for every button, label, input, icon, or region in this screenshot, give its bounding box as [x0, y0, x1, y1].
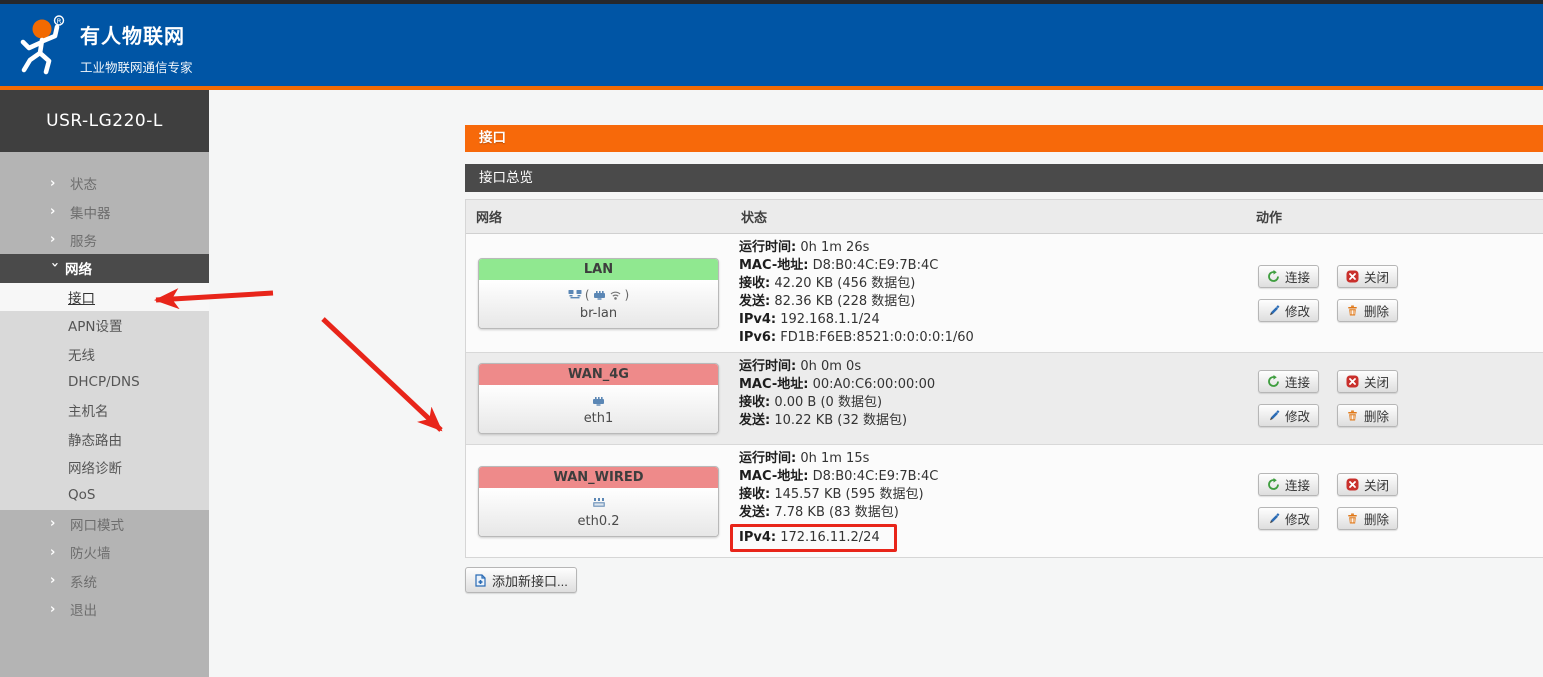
- interface-card-wanwired[interactable]: WAN_WIRED eth0.2: [478, 466, 719, 537]
- refresh-icon: [1267, 270, 1280, 283]
- add-interface-button[interactable]: 添加新接口...: [465, 567, 577, 593]
- sidebar: USR-LG220-L › 状态 › 集中器 › 服务 › 网络 接口 APN设…: [0, 90, 209, 677]
- trash-icon: [1346, 409, 1359, 422]
- delete-button[interactable]: 删除: [1337, 404, 1398, 427]
- brand-tagline: 工业物联网通信专家: [80, 57, 193, 76]
- close-circle-icon: [1346, 478, 1359, 491]
- column-header-status: 状态: [731, 200, 1246, 234]
- chevron-right-icon: ›: [50, 546, 66, 559]
- main-content: 接口 接口总览 网络 状态 动作 LAN (: [465, 90, 1543, 593]
- usr-iot-logo-icon: R: [13, 14, 71, 76]
- annotation-highlight-box: IPv4: 172.16.11.2/24: [730, 524, 897, 552]
- interface-device: eth0.2: [483, 514, 714, 529]
- sidebar-item-qos[interactable]: QoS: [0, 481, 209, 509]
- device-name: USR-LG220-L: [0, 90, 209, 152]
- svg-text:R: R: [57, 17, 62, 25]
- close-circle-icon: [1346, 270, 1359, 283]
- shutdown-button[interactable]: 关闭: [1337, 473, 1398, 496]
- sidebar-item-status[interactable]: › 状态: [0, 169, 209, 197]
- shutdown-button[interactable]: 关闭: [1337, 370, 1398, 393]
- sidebar-item-concentrator[interactable]: › 集中器: [0, 197, 209, 225]
- sidebar-item-firewall[interactable]: › 防火墙: [0, 538, 209, 566]
- delete-button[interactable]: 删除: [1337, 299, 1398, 322]
- close-circle-icon: [1346, 375, 1359, 388]
- bridge-icon: [568, 289, 582, 301]
- ethernet-icon: [593, 289, 606, 301]
- delete-button[interactable]: 删除: [1337, 507, 1398, 530]
- wifi-icon: [609, 289, 622, 301]
- table-row-wan4g-network-cell: WAN_4G eth1: [466, 353, 731, 445]
- paren-close: ): [625, 288, 630, 302]
- trash-icon: [1346, 304, 1359, 317]
- edit-button[interactable]: 修改: [1258, 507, 1319, 530]
- sidebar-item-port-mode[interactable]: › 网口模式: [0, 510, 209, 538]
- shutdown-button[interactable]: 关闭: [1337, 265, 1398, 288]
- table-row-lan-actions-cell: 连接 关闭 修改 删除: [1246, 234, 1543, 353]
- interface-badge: WAN_WIRED: [479, 467, 718, 488]
- sidebar-item-interfaces[interactable]: 接口: [0, 283, 209, 311]
- sidebar-item-diagnostics[interactable]: 网络诊断: [0, 453, 209, 481]
- chevron-right-icon: ›: [50, 517, 66, 530]
- sidebar-network-submenu: 接口 APN设置 无线 DHCP/DNS 主机名 静态路由 网络诊断 QoS: [0, 283, 209, 510]
- chevron-right-icon: ›: [50, 233, 66, 246]
- sidebar-item-apn[interactable]: APN设置: [0, 311, 209, 339]
- interfaces-table: 网络 状态 动作 LAN (: [465, 199, 1543, 558]
- sidebar-item-system[interactable]: › 系统: [0, 566, 209, 594]
- connect-button[interactable]: 连接: [1258, 265, 1319, 288]
- app-header: R 有人物联网 工业物联网通信专家: [0, 4, 1543, 86]
- sidebar-item-logout[interactable]: › 退出: [0, 595, 209, 623]
- interface-card-wan4g[interactable]: WAN_4G eth1: [478, 363, 719, 434]
- trash-icon: [1346, 512, 1359, 525]
- chevron-right-icon: ›: [50, 205, 66, 218]
- sidebar-item-hostname[interactable]: 主机名: [0, 396, 209, 424]
- pencil-icon: [1267, 409, 1280, 422]
- interface-card-lan[interactable]: LAN ( ) br-l: [478, 258, 719, 329]
- interface-badge: WAN_4G: [479, 364, 718, 385]
- paren-open: (: [585, 288, 590, 302]
- chevron-right-icon: ›: [50, 574, 66, 587]
- table-row-wan4g-status-cell: 运行时间: 0h 0m 0s MAC-地址: 00:A0:C6:00:00:00…: [731, 353, 1246, 445]
- edit-button[interactable]: 修改: [1258, 404, 1319, 427]
- sidebar-item-static-routes[interactable]: 静态路由: [0, 425, 209, 453]
- chevron-right-icon: ›: [50, 177, 66, 190]
- sidebar-item-network[interactable]: › 网络: [0, 254, 209, 282]
- connect-button[interactable]: 连接: [1258, 473, 1319, 496]
- sidebar-top-section: › 状态 › 集中器 › 服务 › 网络: [0, 152, 209, 283]
- brand-title: 有人物联网: [80, 20, 193, 49]
- pencil-icon: [1267, 304, 1280, 317]
- section-title: 接口总览: [465, 164, 1543, 192]
- edit-button[interactable]: 修改: [1258, 299, 1319, 322]
- page-title: 接口: [465, 125, 1543, 152]
- sidebar-item-dhcp-dns[interactable]: DHCP/DNS: [0, 368, 209, 396]
- table-row-wanwired-status-cell: 运行时间: 0h 1m 15s MAC-地址: D8:B0:4C:E9:7B:4…: [731, 445, 1246, 557]
- column-header-network: 网络: [466, 200, 731, 234]
- chevron-right-icon: ›: [50, 603, 66, 616]
- interface-device: eth1: [483, 411, 714, 426]
- pencil-icon: [1267, 512, 1280, 525]
- column-header-actions: 动作: [1246, 200, 1543, 234]
- add-page-icon: [474, 574, 487, 587]
- table-row-wan4g-actions-cell: 连接 关闭 修改 删除: [1246, 353, 1543, 445]
- sidebar-item-wireless[interactable]: 无线: [0, 339, 209, 367]
- sidebar-item-services[interactable]: › 服务: [0, 226, 209, 254]
- table-row-wanwired-actions-cell: 连接 关闭 修改 删除: [1246, 445, 1543, 557]
- connect-button[interactable]: 连接: [1258, 370, 1319, 393]
- refresh-icon: [1267, 375, 1280, 388]
- table-row-lan-status-cell: 运行时间: 0h 1m 26s MAC-地址: D8:B0:4C:E9:7B:4…: [731, 234, 1246, 353]
- sidebar-bottom-section: › 网口模式 › 防火墙 › 系统 › 退出: [0, 510, 209, 677]
- switch-icon: [592, 497, 606, 509]
- chevron-down-icon: ›: [48, 262, 61, 275]
- ethernet-icon: [592, 395, 605, 407]
- interface-badge: LAN: [479, 259, 718, 280]
- table-row-lan-network-cell: LAN ( ) br-l: [466, 234, 731, 353]
- interface-device: br-lan: [483, 306, 714, 321]
- refresh-icon: [1267, 478, 1280, 491]
- table-row-wanwired-network-cell: WAN_WIRED eth0.2: [466, 445, 731, 557]
